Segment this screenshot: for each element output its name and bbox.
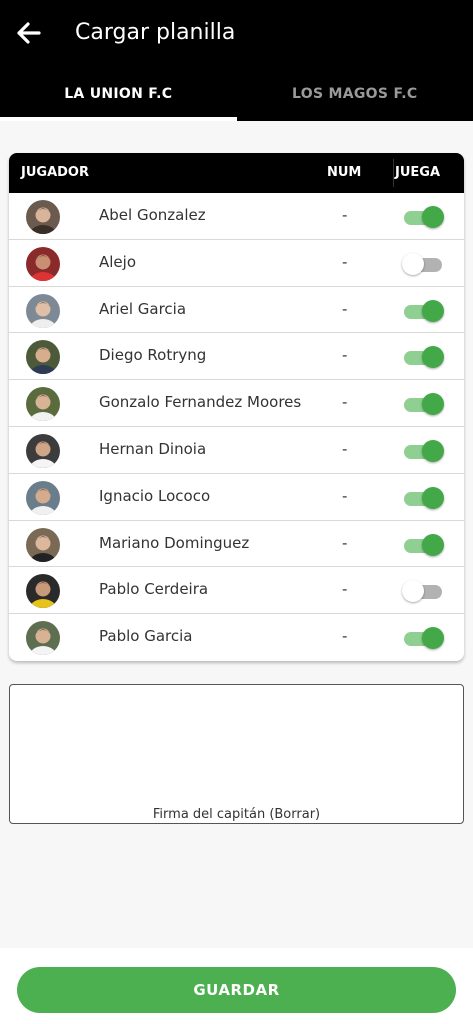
table-row: Pablo Cerdeira - bbox=[9, 567, 464, 615]
plays-toggle[interactable] bbox=[402, 439, 444, 462]
avatar bbox=[26, 200, 60, 234]
tab-team-away[interactable]: LOS MAGOS F.C bbox=[237, 68, 473, 120]
player-number: - bbox=[342, 627, 348, 646]
avatar bbox=[26, 340, 60, 375]
signature-pad[interactable]: Firma del capitán (Borrar) bbox=[9, 684, 464, 824]
arrow-left-icon bbox=[17, 22, 41, 44]
table-row: Pablo Garcia - bbox=[9, 614, 464, 661]
players-table: JUGADOR NUM JUEGA Abel Gonzalez - Alejo - Ar… bbox=[9, 153, 464, 661]
player-number: - bbox=[342, 486, 348, 505]
player-name: Alejo bbox=[99, 252, 137, 271]
player-number: - bbox=[342, 533, 348, 552]
avatar bbox=[26, 293, 60, 328]
player-number: - bbox=[342, 393, 348, 412]
plays-toggle[interactable] bbox=[402, 206, 444, 228]
plays-toggle[interactable] bbox=[402, 486, 444, 509]
tab-team-home[interactable]: LA UNION F.C bbox=[0, 68, 237, 120]
plays-toggle[interactable] bbox=[402, 252, 444, 275]
table-row: Hernan Dinoia - bbox=[9, 427, 464, 474]
back-button[interactable] bbox=[14, 18, 44, 48]
tab-indicator bbox=[0, 117, 473, 121]
plays-toggle[interactable] bbox=[402, 627, 444, 650]
player-name: Hernan Dinoia bbox=[99, 439, 207, 458]
avatar bbox=[26, 574, 60, 609]
avatar bbox=[26, 433, 60, 468]
table-row: Alejo - bbox=[9, 240, 464, 287]
avatar bbox=[26, 527, 60, 562]
avatar bbox=[26, 246, 60, 281]
team-tabs: LA UNION F.C LOS MAGOS F.C bbox=[0, 68, 473, 120]
table-row: Gonzalo Fernandez Moores - bbox=[9, 380, 464, 427]
save-button[interactable]: GUARDAR bbox=[17, 967, 456, 1013]
table-header: JUGADOR NUM JUEGA bbox=[9, 153, 464, 193]
player-number: - bbox=[342, 252, 348, 271]
player-name: Pablo Garcia bbox=[99, 627, 193, 646]
player-number: - bbox=[342, 580, 348, 599]
app-header: Cargar planilla LA UNION F.C LOS MAGOS F… bbox=[0, 0, 473, 120]
column-header-player: JUGADOR bbox=[21, 165, 89, 180]
player-name: Gonzalo Fernandez Moores bbox=[99, 393, 302, 412]
player-number: - bbox=[342, 346, 348, 365]
player-name: Ignacio Lococo bbox=[99, 486, 211, 505]
plays-toggle[interactable] bbox=[402, 533, 444, 556]
plays-toggle[interactable] bbox=[402, 346, 444, 369]
avatar bbox=[26, 480, 60, 515]
table-row: Ariel Garcia - bbox=[9, 287, 464, 334]
signature-label[interactable]: Firma del capitán (Borrar) bbox=[10, 807, 463, 822]
table-body: Abel Gonzalez - Alejo - Ariel Garcia - Diego R… bbox=[9, 193, 464, 661]
player-name: Mariano Dominguez bbox=[99, 533, 250, 552]
plays-toggle[interactable] bbox=[402, 299, 444, 322]
player-name: Pablo Cerdeira bbox=[99, 580, 209, 599]
page-title: Cargar planilla bbox=[75, 20, 236, 45]
plays-toggle[interactable] bbox=[402, 393, 444, 416]
player-name: Diego Rotryng bbox=[99, 346, 207, 365]
column-header-number: NUM bbox=[327, 165, 362, 180]
player-name: Ariel Garcia bbox=[99, 299, 187, 318]
table-row: Abel Gonzalez - bbox=[9, 193, 464, 240]
table-row: Ignacio Lococo - bbox=[9, 474, 464, 521]
player-name: Abel Gonzalez bbox=[99, 206, 206, 224]
bottom-bar: GUARDAR bbox=[0, 948, 473, 1024]
player-number: - bbox=[342, 206, 348, 224]
player-number: - bbox=[342, 439, 348, 458]
avatar bbox=[26, 387, 60, 422]
table-row: Mariano Dominguez - bbox=[9, 521, 464, 568]
player-number: - bbox=[342, 299, 348, 318]
plays-toggle[interactable] bbox=[402, 580, 444, 603]
avatar bbox=[26, 621, 60, 656]
column-header-plays: JUEGA bbox=[395, 165, 441, 180]
table-row: Diego Rotryng - bbox=[9, 333, 464, 381]
